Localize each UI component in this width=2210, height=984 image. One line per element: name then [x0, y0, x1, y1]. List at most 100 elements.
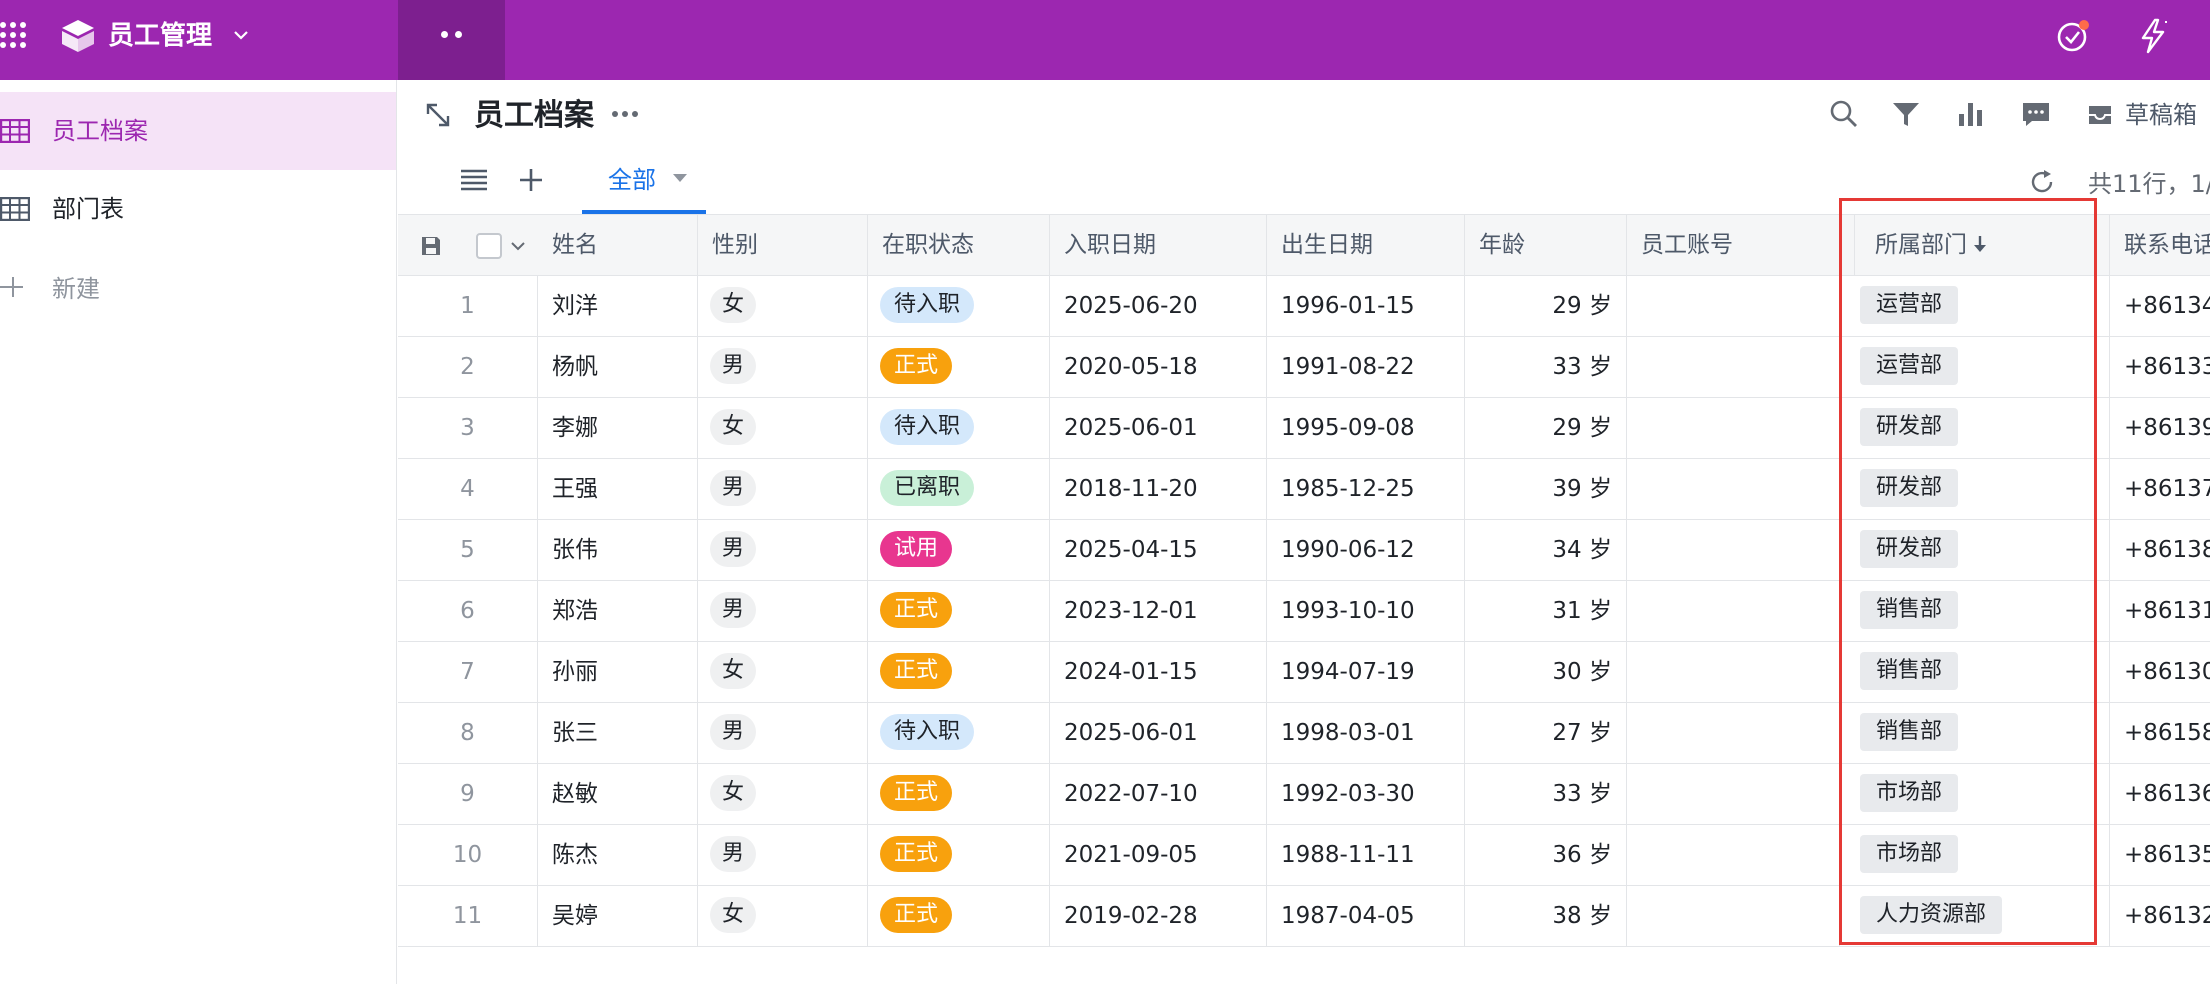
- cell-birth-date[interactable]: 1985-12-25: [1267, 459, 1465, 520]
- draft-box-button[interactable]: 草稿箱: [2125, 98, 2197, 132]
- row-index[interactable]: 4: [398, 459, 538, 520]
- chevron-down-icon[interactable]: [232, 26, 250, 44]
- cell-status[interactable]: 待入职: [868, 703, 1050, 764]
- search-icon[interactable]: [1828, 98, 1860, 130]
- cell-birth-date[interactable]: 1992-03-30: [1267, 764, 1465, 825]
- cell-hire-date[interactable]: 2023-12-01: [1050, 581, 1267, 642]
- caret-down-icon[interactable]: [672, 172, 688, 184]
- cell-hire-date[interactable]: 2020-05-18: [1050, 337, 1267, 398]
- cell-phone[interactable]: +86139: [2110, 398, 2210, 459]
- cell-account[interactable]: [1627, 337, 1840, 398]
- cell-phone[interactable]: +86132: [2110, 886, 2210, 947]
- cell-account[interactable]: [1627, 398, 1840, 459]
- column-header-gender[interactable]: 性别: [698, 215, 868, 276]
- cell-hire-date[interactable]: 2025-06-01: [1050, 703, 1267, 764]
- inbox-icon[interactable]: [2086, 100, 2114, 128]
- column-header-hire-date[interactable]: 入职日期: [1050, 215, 1267, 276]
- app-title[interactable]: 员工管理: [108, 19, 212, 53]
- cell-gender[interactable]: 男: [698, 825, 868, 886]
- cell-status[interactable]: 已离职: [868, 459, 1050, 520]
- cell-hire-date[interactable]: 2024-01-15: [1050, 642, 1267, 703]
- cell-account[interactable]: [1627, 581, 1840, 642]
- cell-birth-date[interactable]: 1991-08-22: [1267, 337, 1465, 398]
- cell-name[interactable]: 王强: [538, 459, 698, 520]
- cell-account[interactable]: [1627, 276, 1840, 337]
- sidebar-item-employee-records[interactable]: 员工档案: [0, 92, 396, 170]
- cell-birth-date[interactable]: 1994-07-19: [1267, 642, 1465, 703]
- column-header-age[interactable]: 年龄: [1465, 215, 1627, 276]
- cell-gender[interactable]: 男: [698, 459, 868, 520]
- cell-age[interactable]: 27 岁: [1465, 703, 1627, 764]
- cell-age[interactable]: 39 岁: [1465, 459, 1627, 520]
- cell-name[interactable]: 吴婷: [538, 886, 698, 947]
- column-header-phone[interactable]: 联系电话: [2110, 215, 2210, 276]
- cell-name[interactable]: 孙丽: [538, 642, 698, 703]
- top-tab-more[interactable]: [398, 0, 505, 80]
- cell-phone[interactable]: +86133: [2110, 337, 2210, 398]
- cell-status[interactable]: 正式: [868, 581, 1050, 642]
- cell-age[interactable]: 29 岁: [1465, 276, 1627, 337]
- row-index[interactable]: 1: [398, 276, 538, 337]
- cell-name[interactable]: 陈杰: [538, 825, 698, 886]
- cell-gender[interactable]: 男: [698, 581, 868, 642]
- cell-status[interactable]: 试用: [868, 520, 1050, 581]
- cell-gender[interactable]: 女: [698, 398, 868, 459]
- cell-gender[interactable]: 男: [698, 337, 868, 398]
- cell-phone[interactable]: +86137: [2110, 459, 2210, 520]
- cell-name[interactable]: 刘洋: [538, 276, 698, 337]
- cell-hire-date[interactable]: 2019-02-28: [1050, 886, 1267, 947]
- sidebar-item-departments[interactable]: 部门表: [0, 170, 396, 248]
- cell-age[interactable]: 38 岁: [1465, 886, 1627, 947]
- cell-age[interactable]: 34 岁: [1465, 520, 1627, 581]
- cell-birth-date[interactable]: 1990-06-12: [1267, 520, 1465, 581]
- column-header-name[interactable]: 姓名: [538, 215, 698, 276]
- cell-name[interactable]: 郑浩: [538, 581, 698, 642]
- app-grid-icon[interactable]: [0, 22, 30, 56]
- cell-gender[interactable]: 女: [698, 276, 868, 337]
- cell-birth-date[interactable]: 1995-09-08: [1267, 398, 1465, 459]
- row-index[interactable]: 2: [398, 337, 538, 398]
- row-index[interactable]: 5: [398, 520, 538, 581]
- cell-birth-date[interactable]: 1993-10-10: [1267, 581, 1465, 642]
- cell-hire-date[interactable]: 2025-06-20: [1050, 276, 1267, 337]
- row-index[interactable]: 9: [398, 764, 538, 825]
- save-icon[interactable]: [420, 235, 442, 257]
- cell-gender[interactable]: 男: [698, 703, 868, 764]
- select-all-checkbox[interactable]: [476, 233, 502, 259]
- cell-status[interactable]: 正式: [868, 337, 1050, 398]
- cell-age[interactable]: 30 岁: [1465, 642, 1627, 703]
- cell-account[interactable]: [1627, 520, 1840, 581]
- cell-name[interactable]: 赵敏: [538, 764, 698, 825]
- cell-account[interactable]: [1627, 459, 1840, 520]
- sidebar-new-button[interactable]: 新建: [0, 250, 396, 328]
- cell-account[interactable]: [1627, 703, 1840, 764]
- cell-account[interactable]: [1627, 764, 1840, 825]
- cell-phone[interactable]: +86158: [2110, 703, 2210, 764]
- expand-icon[interactable]: [424, 101, 452, 129]
- cell-phone[interactable]: +86138: [2110, 520, 2210, 581]
- cell-birth-date[interactable]: 1988-11-11: [1267, 825, 1465, 886]
- cell-hire-date[interactable]: 2025-06-01: [1050, 398, 1267, 459]
- cell-gender[interactable]: 女: [698, 886, 868, 947]
- view-list-icon[interactable]: [460, 168, 488, 192]
- column-header-account[interactable]: 员工账号: [1627, 215, 1840, 276]
- cell-name[interactable]: 杨帆: [538, 337, 698, 398]
- cell-account[interactable]: [1627, 825, 1840, 886]
- row-index[interactable]: 7: [398, 642, 538, 703]
- cell-gender[interactable]: 女: [698, 764, 868, 825]
- cell-age[interactable]: 33 岁: [1465, 337, 1627, 398]
- cell-phone[interactable]: +86135: [2110, 825, 2210, 886]
- cell-status[interactable]: 正式: [868, 642, 1050, 703]
- magic-bolt-icon[interactable]: [2133, 16, 2173, 56]
- cell-hire-date[interactable]: 2025-04-15: [1050, 520, 1267, 581]
- cell-birth-date[interactable]: 1996-01-15: [1267, 276, 1465, 337]
- cell-gender[interactable]: 男: [698, 520, 868, 581]
- cell-status[interactable]: 待入职: [868, 276, 1050, 337]
- cell-name[interactable]: 张三: [538, 703, 698, 764]
- cell-status[interactable]: 正式: [868, 886, 1050, 947]
- cell-account[interactable]: [1627, 886, 1840, 947]
- cell-age[interactable]: 36 岁: [1465, 825, 1627, 886]
- cell-birth-date[interactable]: 1987-04-05: [1267, 886, 1465, 947]
- cell-phone[interactable]: +86136: [2110, 764, 2210, 825]
- row-index[interactable]: 8: [398, 703, 538, 764]
